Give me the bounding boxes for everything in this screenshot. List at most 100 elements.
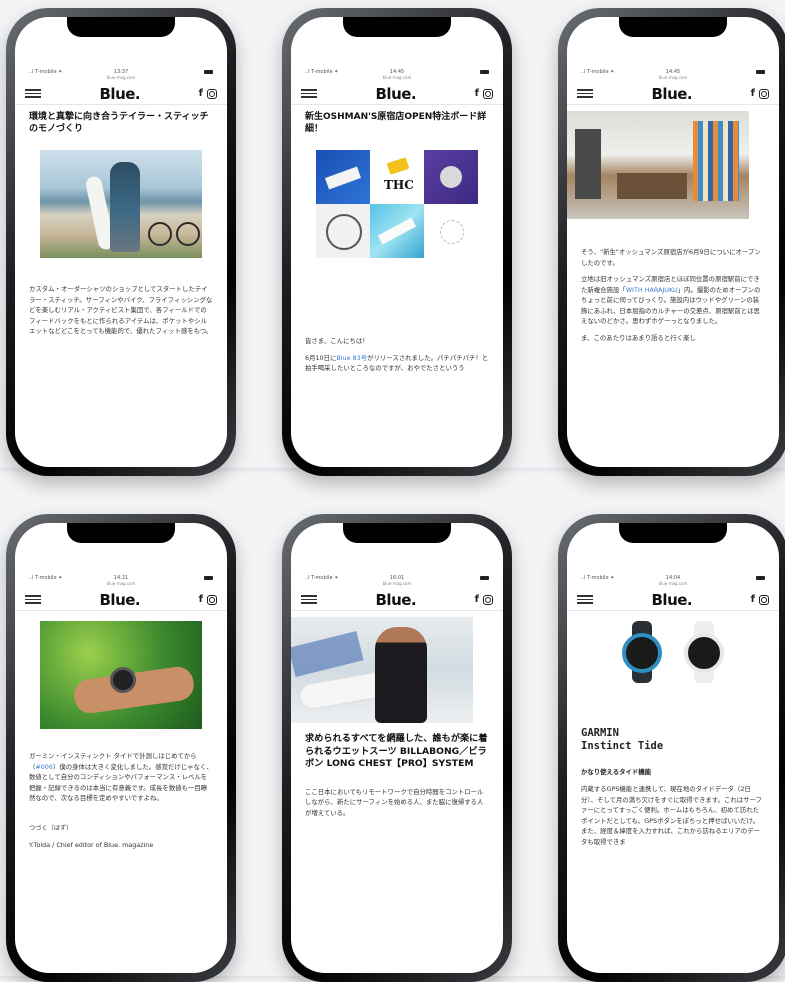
carrier-label: ..l T-mobile ✦	[581, 575, 615, 581]
with-harajuku-link[interactable]: WITH HARAJUKU	[626, 286, 678, 294]
phone-mockup-5: ..l T-mobile ✦ 16:01 blue-mag.com Blue. …	[282, 514, 512, 982]
phone-mockup-6: ..l T-mobile ✦ 14:04 blue-mag.com Blue. …	[558, 514, 785, 982]
article-date	[305, 138, 489, 144]
phone-notch	[343, 523, 451, 543]
store-interior-image	[567, 111, 749, 219]
facebook-icon[interactable]: f	[475, 594, 479, 605]
battery-icon	[204, 576, 213, 580]
site-header: Blue. f	[567, 589, 779, 611]
issue-link[interactable]: Blue 83号	[336, 354, 367, 362]
site-header: Blue. f	[15, 589, 227, 611]
site-logo[interactable]: Blue.	[652, 85, 693, 103]
section-heading: かなり使えるタイド機能	[581, 768, 652, 776]
article-body: ガーミン・インスティンクト タイドで計測しはじめてから（#006）僕の身体は大き…	[29, 751, 213, 804]
url-label: blue-mag.com	[106, 75, 136, 80]
phone-mockup-1: ..l T-mobile ✦ 13:37 blue-mag.com Blue. …	[6, 8, 236, 476]
phone-notch	[343, 17, 451, 37]
thc-logo: THC	[384, 178, 414, 192]
facebook-icon[interactable]: f	[199, 594, 203, 605]
carrier-label: ..l T-mobile ✦	[305, 69, 339, 75]
phone-screen: ..l T-mobile ✦ 13:37 blue-mag.com Blue. …	[15, 17, 227, 467]
article-title[interactable]: 新生OSHMAN'S原宿店OPEN特注ボード詳細！	[305, 111, 489, 135]
phone-screen: ..l T-mobile ✦ 14:45 blue-mag.com Blue. …	[567, 17, 779, 467]
battery-icon	[480, 70, 489, 74]
url-label: blue-mag.com	[382, 75, 412, 80]
phone-screen: ..l T-mobile ✦ 14:21 blue-mag.com Blue. …	[15, 523, 227, 973]
watch-icon	[618, 621, 666, 683]
site-logo[interactable]: Blue.	[100, 85, 141, 103]
article-body-cont: また、経度＆緯度を入力すれば、これから訪ねるエリアのデータも取得できま	[581, 827, 760, 846]
phone-notch	[67, 523, 175, 543]
instagram-icon[interactable]	[482, 594, 493, 605]
battery-icon	[756, 70, 765, 74]
menu-icon[interactable]	[25, 89, 41, 98]
carrier-label: ..l T-mobile ✦	[29, 575, 63, 581]
article-title[interactable]: 求められるすべてを網羅した、誰もが楽に着られるウエットスーツ BILLABONG…	[305, 733, 489, 771]
menu-icon[interactable]	[577, 595, 593, 604]
wetsuit-surfer-image	[291, 617, 473, 723]
site-header: Blue. f	[567, 83, 779, 105]
instagram-icon[interactable]	[758, 88, 769, 99]
phone-notch	[67, 17, 175, 37]
carrier-label: ..l T-mobile ✦	[29, 69, 63, 75]
site-logo[interactable]: Blue.	[100, 591, 141, 609]
facebook-icon[interactable]: f	[199, 88, 203, 99]
issue-link[interactable]: #006	[35, 763, 53, 771]
facebook-icon[interactable]: f	[751, 594, 755, 605]
article-date	[29, 138, 213, 144]
status-bar: ..l T-mobile ✦ 14:21 blue-mag.com	[15, 575, 227, 589]
status-bar: ..l T-mobile ✦ 14:45 blue-mag.com	[567, 69, 779, 83]
url-label: blue-mag.com	[658, 581, 688, 586]
facebook-icon[interactable]: f	[751, 88, 755, 99]
site-logo[interactable]: Blue.	[376, 591, 417, 609]
article-body: 皆さま、こんにちは！ 6月10日にBlue 83号がリリースされました。パチパチ…	[305, 336, 489, 374]
instagram-icon[interactable]	[206, 594, 217, 605]
instagram-icon[interactable]	[758, 594, 769, 605]
article-body: 内蔵するGPS機能と連携して、現在地のタイドデータ（2日分）、そして月の満ち欠け…	[581, 785, 762, 825]
status-bar: ..l T-mobile ✦ 16:01 blue-mag.com	[291, 575, 503, 589]
phone-notch	[619, 523, 727, 543]
menu-icon[interactable]	[301, 89, 317, 98]
instagram-icon[interactable]	[482, 88, 493, 99]
site-logo[interactable]: Blue.	[376, 85, 417, 103]
phone-mockup-3: ..l T-mobile ✦ 14:45 blue-mag.com Blue. …	[558, 8, 785, 476]
greeting-text: 皆さま、こんにちは！	[305, 337, 369, 345]
site-header: Blue. f	[15, 83, 227, 105]
url-label: blue-mag.com	[658, 75, 688, 80]
menu-icon[interactable]	[577, 89, 593, 98]
phone-mockup-4: ..l T-mobile ✦ 14:21 blue-mag.com Blue. …	[6, 514, 236, 982]
url-label: blue-mag.com	[106, 581, 136, 586]
site-header: Blue. f	[291, 83, 503, 105]
garmin-watches-image	[592, 621, 754, 687]
battery-icon	[480, 576, 489, 580]
article-body: カスタム・オーダーシャツのショップとしてスタートしたテイラー・スティッチ。サーフ…	[29, 285, 213, 335]
phone-screen: ..l T-mobile ✦ 14:04 blue-mag.com Blue. …	[567, 523, 779, 973]
status-bar: ..l T-mobile ✦ 13:37 blue-mag.com	[15, 69, 227, 83]
carrier-label: ..l T-mobile ✦	[305, 575, 339, 581]
phone-screen: ..l T-mobile ✦ 16:01 blue-mag.com Blue. …	[291, 523, 503, 973]
paragraph: ま、このあたりはあまり語ると行く楽し	[581, 333, 696, 342]
article-hero-image	[40, 150, 202, 258]
carrier-label: ..l T-mobile ✦	[581, 69, 615, 75]
battery-icon	[204, 70, 213, 74]
status-bar: ..l T-mobile ✦ 14:04 blue-mag.com	[567, 575, 779, 589]
body-text-part: 6月10日に	[305, 353, 337, 362]
product-title[interactable]: GARMIN Instinct Tide	[581, 727, 765, 753]
body-text-part: ）僕の身体は大きく変化しました。感覚だけじゃなく、数値として自分のコンディション…	[29, 762, 213, 803]
phone-mockup-2: ..l T-mobile ✦ 14:45 blue-mag.com Blue. …	[282, 8, 512, 476]
article-body: そう、"新生"オッシュマンズ原宿店が6月9日についにオープンしたのです。 立地は…	[581, 247, 765, 343]
paragraph: そう、"新生"オッシュマンズ原宿店が6月9日についにオープンしたのです。	[581, 248, 761, 267]
instagram-icon[interactable]	[206, 88, 217, 99]
menu-icon[interactable]	[25, 595, 41, 604]
surfboard-mosaic-image: THC	[316, 150, 478, 312]
menu-icon[interactable]	[301, 595, 317, 604]
author-signature: Y.Toida / Chief editor of Blue. magazine	[29, 840, 154, 849]
watch-on-wrist-image	[40, 621, 202, 729]
article-body: ここ日本においてもリモートワークで自分時間をコントロールしながら、新たにサーフィ…	[305, 787, 484, 817]
facebook-icon[interactable]: f	[475, 88, 479, 99]
phone-notch	[619, 17, 727, 37]
site-logo[interactable]: Blue.	[652, 591, 693, 609]
site-header: Blue. f	[291, 589, 503, 611]
url-label: blue-mag.com	[382, 581, 412, 586]
article-title[interactable]: 環境と真摯に向き合うテイラー・スティッチのモノづくり	[29, 111, 213, 135]
